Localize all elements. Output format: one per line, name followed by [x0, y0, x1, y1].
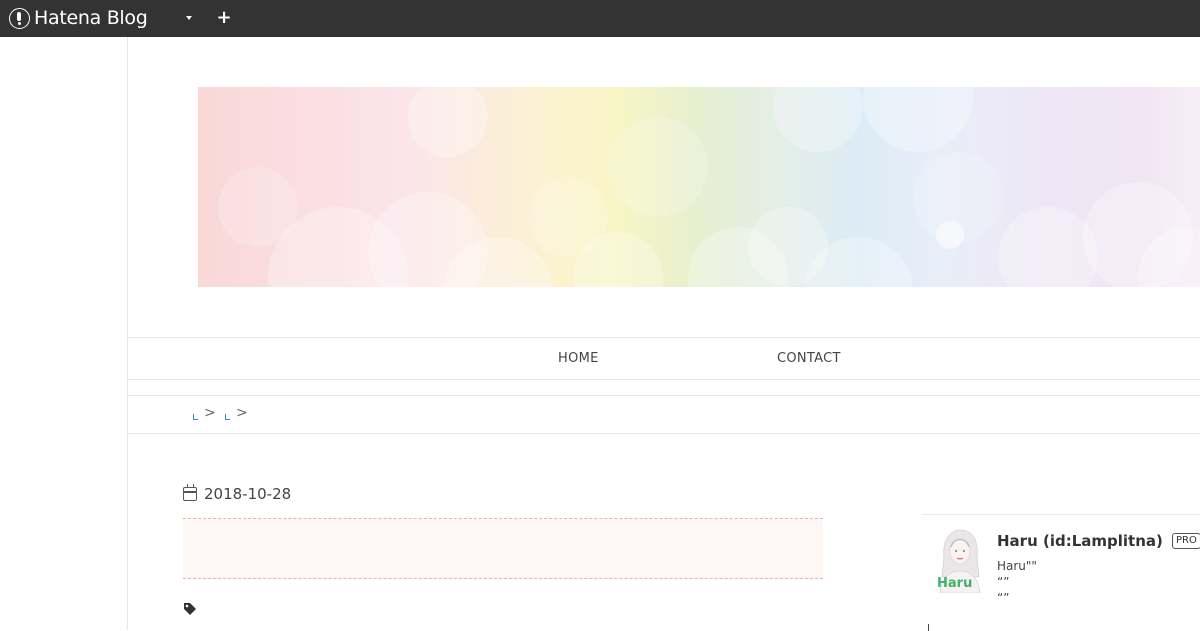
hatena-blog-logo[interactable]: Hatena Blog	[9, 7, 148, 29]
left-gutter-divider	[127, 37, 128, 630]
profile-description-line: Haru""	[997, 559, 1037, 573]
profile-avatar[interactable]: Haru	[934, 527, 986, 593]
avatar-label: Haru	[937, 576, 972, 591]
nav-home-link[interactable]: HOME	[558, 351, 599, 366]
breadcrumb-link-home[interactable]	[193, 414, 198, 420]
profile-name[interactable]: Haru (id:Lamplitna)	[997, 532, 1163, 550]
profile-description-line: “”	[997, 591, 1010, 605]
entry-date-text: 2018-10-28	[204, 485, 292, 503]
breadcrumb-link-category[interactable]	[225, 414, 230, 420]
breadcrumb-separator: >	[236, 405, 248, 421]
breadcrumb: > >	[128, 395, 1200, 434]
breadcrumb-separator: >	[204, 405, 216, 421]
cloud-pattern	[218, 87, 1200, 287]
pro-badge: PRO	[1172, 533, 1200, 549]
hatena-logo-icon	[9, 7, 30, 29]
caret-down-icon[interactable]	[186, 16, 192, 20]
hatena-top-bar: Hatena Blog +	[0, 0, 1200, 37]
profile-description-line: “”	[997, 575, 1010, 589]
nav-contact-link[interactable]: CONTACT	[777, 351, 841, 366]
global-nav: HOME CONTACT	[128, 337, 1200, 380]
entry-date[interactable]: 2018-10-28	[183, 484, 291, 504]
entry-title	[183, 519, 823, 555]
blog-header-image[interactable]	[198, 87, 1200, 287]
entry-title-box[interactable]	[183, 518, 823, 579]
plus-icon[interactable]: +	[216, 7, 232, 29]
profile-module: Haru Haru (id:Lamplitna) PRO Haru"" “” “…	[922, 514, 1200, 631]
tag-icon	[184, 603, 196, 615]
logo-text: Hatena Blog	[34, 7, 148, 29]
calendar-icon	[183, 484, 197, 501]
